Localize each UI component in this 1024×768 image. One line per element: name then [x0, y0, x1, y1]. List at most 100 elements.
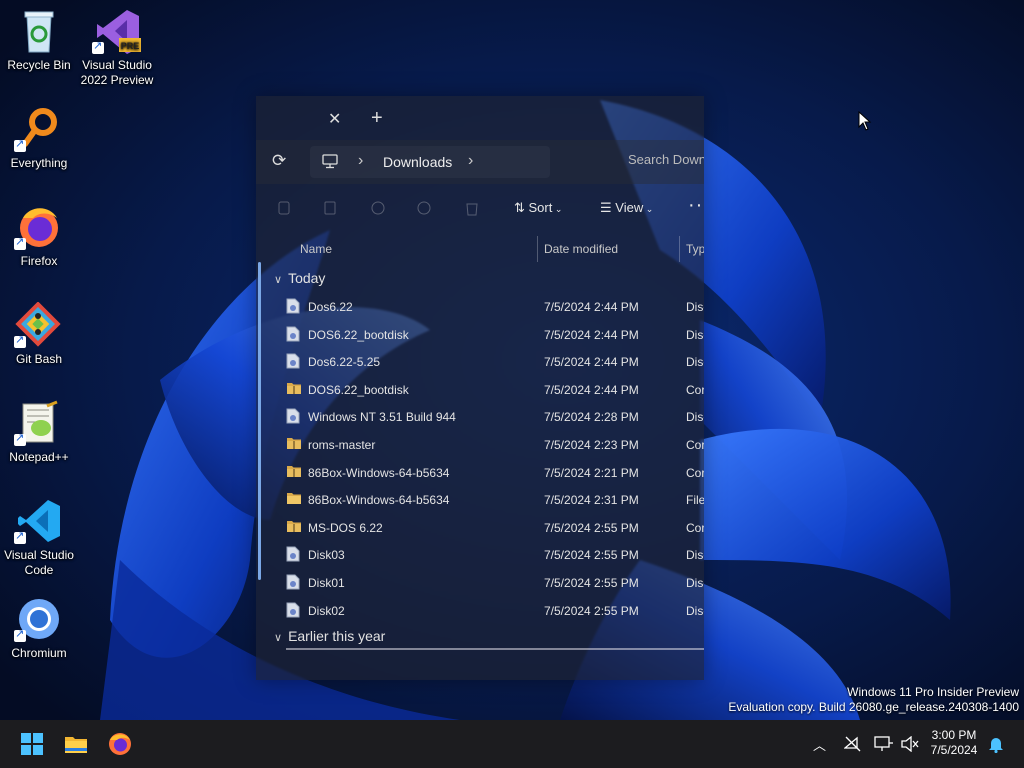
firefox-icon[interactable]: [108, 732, 132, 756]
zip-folder-icon: [286, 519, 301, 535]
file-date-modified: 7/5/2024 2:55 PM: [544, 548, 639, 563]
chevron-right-icon: ›: [358, 152, 364, 169]
desktop-icon-recycle-bin[interactable]: Recycle Bin: [0, 8, 78, 73]
desktop-icon-git-bash[interactable]: Git Bash: [0, 302, 78, 367]
desktop-icon-notepadpp[interactable]: Notepad++: [0, 400, 78, 465]
delete-icon[interactable]: [464, 200, 480, 216]
rename-icon[interactable]: [416, 200, 432, 216]
view-button[interactable]: ☰ View ⌄: [600, 200, 653, 216]
cut-icon[interactable]: [276, 200, 292, 216]
file-row[interactable]: Disk02 7/5/2024 2:55 PM Disc: [286, 598, 704, 625]
file-date-modified: 7/5/2024 2:44 PM: [544, 300, 639, 314]
file-row[interactable]: roms-master 7/5/2024 2:23 PM Cor: [286, 432, 704, 459]
file-name: Dos6.22: [308, 300, 353, 314]
file-name: 86Box-Windows-64-b5634: [308, 465, 450, 480]
evaluation-watermark: Windows 11 Pro Insider Preview Evaluatio…: [728, 685, 1019, 714]
column-divider[interactable]: [679, 236, 680, 262]
file-row[interactable]: Disk01 7/5/2024 2:55 PM Disc: [286, 570, 704, 597]
file-row[interactable]: DOS6.22_bootdisk 7/5/2024 2:44 PM Disc: [286, 322, 704, 349]
disc-image-file-icon: [286, 326, 300, 342]
more-options-button[interactable]: ···: [688, 194, 704, 217]
selection-indicator: [258, 262, 261, 580]
file-date-modified: 7/5/2024 2:55 PM: [544, 520, 639, 535]
chevron-right-icon[interactable]: ›: [468, 152, 473, 170]
mouse-pointer-icon: [858, 111, 872, 131]
column-header-name[interactable]: Name: [300, 242, 332, 256]
display-icon[interactable]: [874, 735, 894, 753]
tab-bar: ✕ +: [256, 96, 704, 140]
desktop-icon-visual-studio[interactable]: PRE Visual Studio 2022 Preview: [78, 8, 156, 88]
column-header-type[interactable]: Type: [686, 242, 704, 256]
file-type: Cor: [686, 438, 704, 452]
file-row[interactable]: Disk03 7/5/2024 2:55 PM Disc: [286, 542, 704, 569]
breadcrumb-downloads[interactable]: Downloads: [383, 154, 452, 170]
file-row[interactable]: DOS6.22_bootdisk 7/5/2024 2:44 PM Cor: [286, 377, 704, 404]
recycle-bin-icon: [24, 11, 54, 53]
clock[interactable]: 3:00 PM 7/5/2024: [926, 728, 982, 758]
file-name: Dos6.22-5.25: [308, 355, 381, 370]
file-name: 86Box-Windows-64-b5634: [308, 493, 450, 508]
file-type: Cor: [686, 465, 704, 480]
disc-image-file-icon: [286, 546, 300, 562]
clock-time: 3:00 PM: [931, 728, 977, 742]
refresh-button[interactable]: ⟳: [272, 151, 286, 171]
new-tab-button[interactable]: +: [371, 107, 383, 130]
file-row[interactable]: Dos6.22 7/5/2024 2:44 PM Disc: [286, 294, 704, 321]
volume-muted-icon[interactable]: [901, 736, 919, 752]
column-header-date-modified[interactable]: Date modified: [544, 242, 618, 256]
file-row[interactable]: 86Box-Windows-64-b5634 7/5/2024 2:31 PM Fi…: [286, 487, 704, 514]
file-name: roms-master: [308, 438, 376, 452]
chevron-down-icon: ∨: [274, 632, 283, 644]
breadcrumb[interactable]: › Downloads ›: [310, 146, 550, 178]
file-row[interactable]: Dos6.22-5.25 7/5/2024 2:44 PM Disc: [286, 349, 704, 376]
file-explorer-icon[interactable]: [64, 732, 88, 756]
file-type: Cor: [686, 382, 704, 397]
sort-icon: ⇅: [514, 200, 529, 215]
show-hidden-icons-button[interactable]: ︿: [813, 735, 826, 754]
disc-image-file-icon: [286, 408, 300, 424]
chevron-down-icon: ⌄: [643, 204, 654, 214]
file-row[interactable]: Windows NT 3.51 Build 944 7/5/2024 2:28 P…: [286, 404, 704, 431]
file-type: Disc: [686, 603, 704, 618]
desktop-icon-everything[interactable]: Everything: [0, 106, 78, 171]
svg-text:PRE: PRE: [121, 41, 140, 51]
file-row[interactable]: MS-DOS 6.22 7/5/2024 2:55 PM Cor: [286, 515, 704, 542]
taskbar: ︿ 3:00 PM 7/5/2024: [0, 720, 1024, 768]
file-type: Disc: [686, 548, 704, 563]
folder-icon: [286, 491, 301, 507]
file-name: Disk01: [308, 576, 345, 590]
file-name: Disk03: [308, 548, 345, 563]
file-date-modified: 7/5/2024 2:31 PM: [544, 493, 639, 508]
view-icon: ☰: [600, 200, 616, 215]
file-name: Disk02: [308, 603, 345, 618]
file-explorer-window[interactable]: ✕ + ⟳ › Downloads › Search Downloads ⇅ S…: [256, 96, 704, 680]
paste-icon[interactable]: [370, 200, 386, 216]
file-type: Cor: [686, 520, 704, 535]
clock-date: 7/5/2024: [930, 743, 978, 757]
zip-folder-icon: [286, 464, 301, 480]
file-date-modified: 7/5/2024 2:21 PM: [544, 465, 639, 480]
file-date-modified: 7/5/2024 2:23 PM: [544, 438, 639, 452]
group-header-today[interactable]: ∨ Today: [274, 270, 325, 286]
notification-bell-icon[interactable]: [988, 735, 1004, 753]
desktop-icon-chromium[interactable]: Chromium: [0, 596, 78, 661]
network-disconnected-icon[interactable]: [844, 736, 862, 752]
group-header-earlier-this-year[interactable]: ∨ Earlier this year: [274, 628, 385, 644]
copy-icon[interactable]: [322, 200, 338, 216]
horizontal-scrollbar[interactable]: [286, 648, 704, 650]
desktop-icon-vscode[interactable]: Visual Studio Code: [0, 498, 78, 578]
file-type: Disc: [686, 327, 704, 342]
desktop-icon-firefox[interactable]: Firefox: [0, 204, 78, 269]
column-divider[interactable]: [537, 236, 538, 262]
file-name: DOS6.22_bootdisk: [308, 382, 409, 397]
file-row[interactable]: 86Box-Windows-64-b5634 7/5/2024 2:21 PM Co…: [286, 460, 704, 487]
tab-close-button[interactable]: ✕: [328, 109, 341, 129]
file-name: Windows NT 3.51 Build 944: [308, 410, 456, 425]
search-input[interactable]: Search Downloads: [628, 152, 704, 167]
sort-button[interactable]: ⇅ Sort ⌄: [514, 200, 562, 216]
file-date-modified: 7/5/2024 2:44 PM: [544, 327, 639, 342]
start-icon[interactable]: [20, 732, 44, 756]
zip-folder-icon: [286, 381, 301, 397]
file-date-modified: 7/5/2024 2:55 PM: [544, 576, 639, 590]
file-type: File: [686, 493, 704, 508]
